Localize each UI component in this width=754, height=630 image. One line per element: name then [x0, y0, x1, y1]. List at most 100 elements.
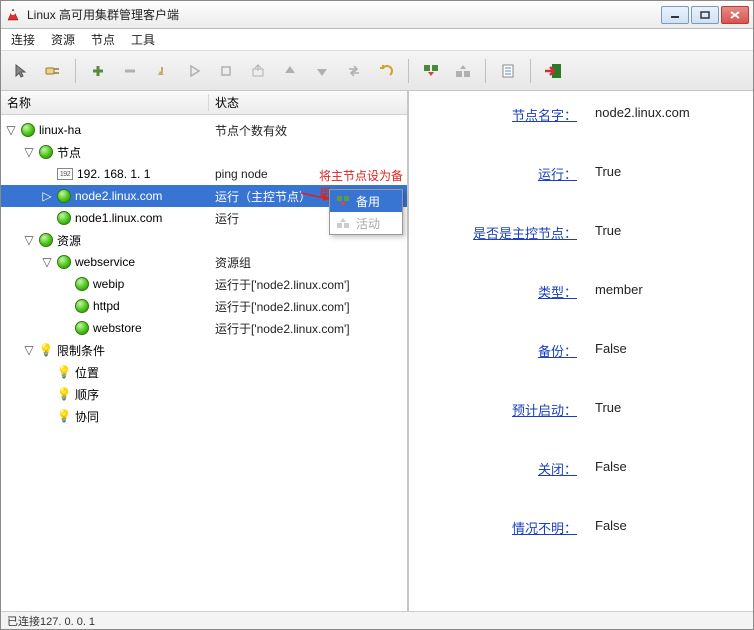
prop-label-expect[interactable]: 预计启动：	[512, 403, 577, 418]
bulb-icon: 💡	[57, 409, 71, 423]
main-area: 名称 状态 ▽linux-ha 节点个数有效 ▽节点 192192. 168. …	[1, 91, 753, 611]
menu-resource[interactable]: 资源	[51, 31, 75, 48]
prop-row-shutdown: 关闭： False	[419, 459, 743, 478]
tree-row-webstore[interactable]: webstore 运行于['node2.linux.com']	[1, 317, 407, 339]
tool-plug-icon[interactable]	[39, 57, 67, 85]
expander-icon[interactable]: ▽	[41, 255, 53, 269]
properties-panel: 节点名字： node2.linux.com 运行： True 是否是主控节点： Tru…	[409, 91, 753, 611]
prop-val-master: True	[595, 223, 621, 242]
tool-node-up-icon[interactable]	[449, 57, 477, 85]
close-button[interactable]	[721, 6, 749, 24]
prop-val-name: node2.linux.com	[595, 105, 690, 124]
expander-icon[interactable]: ▽	[23, 145, 35, 159]
resource-icon	[57, 255, 71, 269]
prop-label-shutdown[interactable]: 关闭：	[538, 462, 577, 477]
tool-add-icon[interactable]	[84, 57, 112, 85]
tool-down-icon[interactable]	[308, 57, 336, 85]
tool-document-icon[interactable]	[494, 57, 522, 85]
tree-row-nodes-group[interactable]: ▽ 节点	[1, 141, 407, 163]
menubar: 连接 资源 节点 工具	[1, 29, 753, 51]
expander-icon[interactable]: ▽	[23, 343, 35, 357]
minimize-button[interactable]	[661, 6, 689, 24]
active-icon	[336, 217, 350, 229]
prop-row-name: 节点名字： node2.linux.com	[419, 105, 743, 124]
tree-body: ▽linux-ha 节点个数有效 ▽节点 192192. 168. 1. 1 p…	[1, 115, 407, 611]
prop-val-unknown: False	[595, 518, 627, 537]
maximize-button[interactable]	[691, 6, 719, 24]
tree-label: 节点	[57, 144, 81, 161]
expander-icon[interactable]: ▷	[41, 189, 53, 203]
prop-val-type: member	[595, 282, 643, 301]
tree-status: 节点个数有效	[209, 122, 407, 139]
resource-icon	[75, 299, 89, 313]
col-header-status[interactable]: 状态	[209, 94, 407, 111]
menu-connect[interactable]: 连接	[11, 31, 35, 48]
prop-label-type[interactable]: 类型：	[538, 285, 577, 300]
prop-row-expect: 预计启动： True	[419, 400, 743, 419]
tree-label: webip	[93, 277, 124, 291]
tree-row-coloc[interactable]: 💡 协同	[1, 405, 407, 427]
tree-status: 运行于['node2.linux.com']	[209, 298, 407, 315]
menu-node[interactable]: 节点	[91, 31, 115, 48]
statusbar: 已连接127. 0. 0. 1	[1, 611, 753, 629]
tool-export-icon[interactable]	[244, 57, 272, 85]
tool-stop-icon[interactable]	[212, 57, 240, 85]
tree-label: linux-ha	[39, 123, 81, 137]
prop-label-unknown[interactable]: 情况不明：	[512, 521, 577, 536]
tool-replace-icon[interactable]	[340, 57, 368, 85]
window-controls	[661, 6, 749, 24]
prop-val-expect: True	[595, 400, 621, 419]
prop-row-unknown: 情况不明： False	[419, 518, 743, 537]
tree-label: 限制条件	[57, 342, 105, 359]
toolbar	[1, 51, 753, 91]
tree-row-webservice[interactable]: ▽webservice 资源组	[1, 251, 407, 273]
ip-icon: 192	[57, 168, 73, 180]
tree-row-webip[interactable]: webip 运行于['node2.linux.com']	[1, 273, 407, 295]
col-header-name[interactable]: 名称	[1, 94, 209, 111]
node-group-icon	[39, 145, 53, 159]
tree-panel: 名称 状态 ▽linux-ha 节点个数有效 ▽节点 192192. 168. …	[1, 91, 409, 611]
context-menu: 备用 活动	[329, 189, 403, 235]
titlebar: Linux 高可用集群管理客户端	[1, 1, 753, 29]
toolbar-separator	[485, 59, 486, 83]
prop-row-type: 类型： member	[419, 282, 743, 301]
resource-icon	[75, 277, 89, 291]
cluster-icon	[21, 123, 35, 137]
prop-label-backup[interactable]: 备份：	[538, 344, 577, 359]
tool-exit-icon[interactable]	[539, 57, 567, 85]
tree-status: 运行于['node2.linux.com']	[209, 276, 407, 293]
tree-row-order[interactable]: 💡顺序	[1, 383, 407, 405]
app-icon	[5, 7, 21, 23]
context-item-active: 活动	[330, 212, 402, 234]
prop-label-master[interactable]: 是否是主控节点：	[473, 226, 577, 241]
tree-row-location[interactable]: 💡位置	[1, 361, 407, 383]
prop-val-shutdown: False	[595, 459, 627, 478]
resource-group-icon	[39, 233, 53, 247]
expander-icon[interactable]: ▽	[5, 123, 17, 137]
bulb-icon: 💡	[57, 365, 71, 379]
tool-pointer-icon[interactable]	[7, 57, 35, 85]
tool-undo-icon[interactable]	[372, 57, 400, 85]
menu-tool[interactable]: 工具	[131, 31, 155, 48]
context-label: 活动	[356, 215, 380, 232]
toolbar-separator	[408, 59, 409, 83]
expander-icon[interactable]: ▽	[23, 233, 35, 247]
prop-row-backup: 备份：False	[419, 341, 743, 360]
prop-label-name[interactable]: 节点名字：	[512, 108, 577, 123]
tree-label: 协同	[75, 408, 99, 425]
tool-remove-icon[interactable]	[116, 57, 144, 85]
prop-label-run[interactable]: 运行：	[538, 167, 577, 182]
window-title: Linux 高可用集群管理客户端	[27, 6, 661, 23]
context-item-standby[interactable]: 备用	[330, 190, 402, 212]
tree-row-httpd[interactable]: httpd 运行于['node2.linux.com']	[1, 295, 407, 317]
tool-up-icon[interactable]	[276, 57, 304, 85]
tree-label: node2.linux.com	[75, 189, 162, 203]
tree-label: node1.linux.com	[75, 211, 162, 225]
tree-status: 运行于['node2.linux.com']	[209, 320, 407, 337]
resource-icon	[75, 321, 89, 335]
tool-node-down-icon[interactable]	[417, 57, 445, 85]
tool-play-icon[interactable]	[180, 57, 208, 85]
tree-row-root[interactable]: ▽ linux-ha 节点个数有效	[1, 119, 407, 141]
tool-brush-icon[interactable]	[148, 57, 176, 85]
tree-row-constraints-group[interactable]: ▽💡限制条件	[1, 339, 407, 361]
